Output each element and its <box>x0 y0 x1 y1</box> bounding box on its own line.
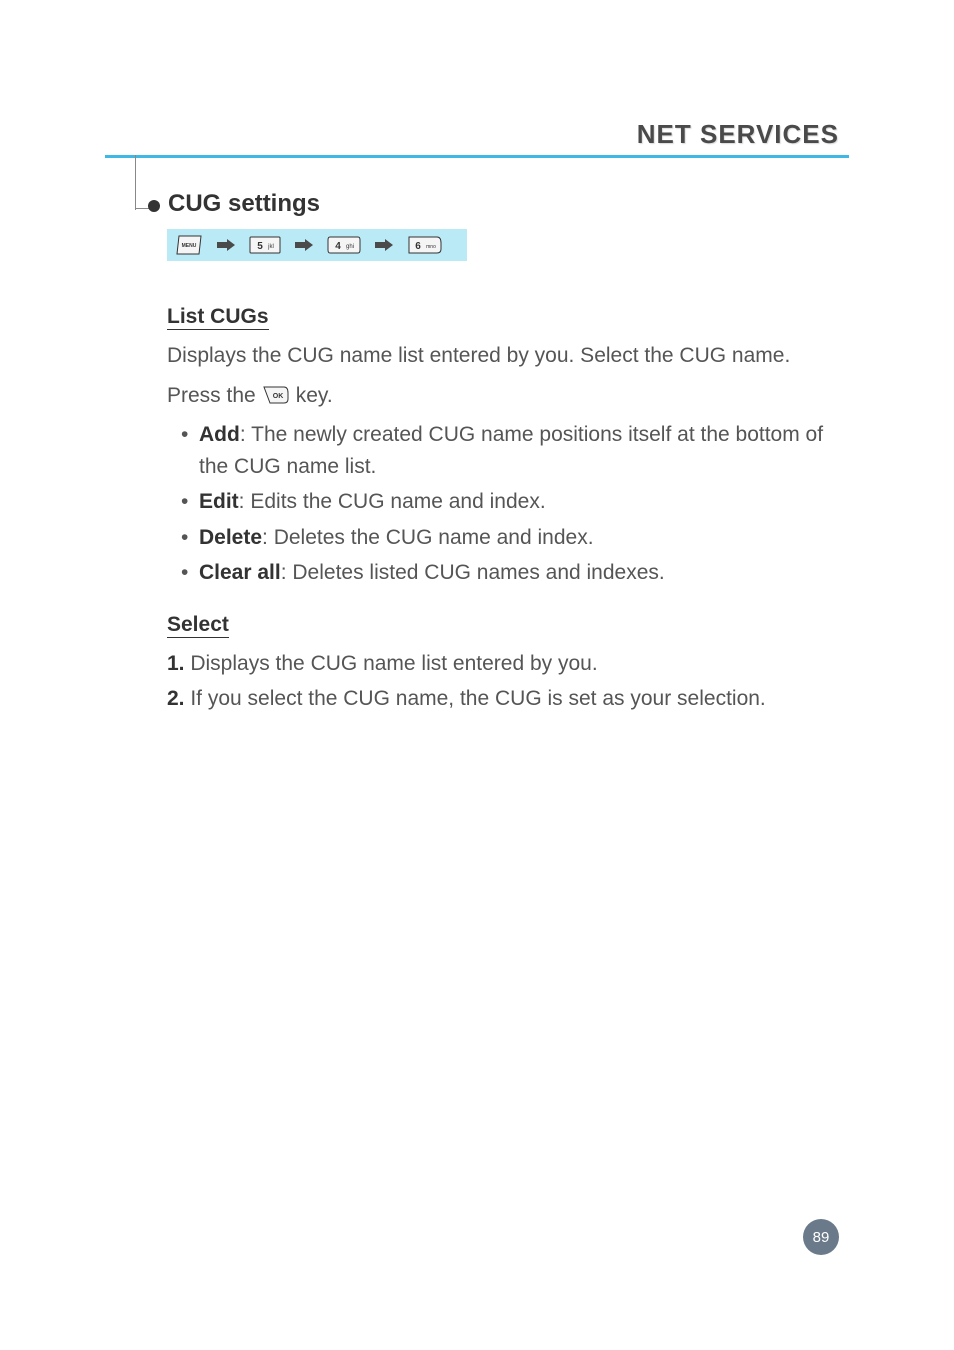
page-number-badge: 89 <box>803 1219 839 1255</box>
list-cugs-intro-1: Displays the CUG name list entered by yo… <box>167 340 844 372</box>
select-heading: Select <box>167 613 229 638</box>
svg-text:MENU: MENU <box>182 243 197 249</box>
key-sequence-bar: MENU 5 jkl 4 ghi 6 mno <box>167 229 467 261</box>
arrow-right-icon <box>217 239 235 251</box>
item-text: : Deletes the CUG name and index. <box>262 526 594 549</box>
svg-text:OK: OK <box>272 393 283 400</box>
item-num: 1. <box>167 652 185 675</box>
nav-vertical-line <box>135 155 136 210</box>
select-list: 1. Displays the CUG name list entered by… <box>167 648 844 715</box>
header-divider-line <box>105 155 849 158</box>
key-5-icon: 5 jkl <box>249 236 281 254</box>
section-bullet-icon <box>148 200 160 212</box>
list-item: Edit: Edits the CUG name and index. <box>185 486 844 518</box>
list-cugs-intro-2: Press the OK key. <box>167 380 844 412</box>
press-text-post: key. <box>296 380 333 412</box>
svg-text:ghi: ghi <box>346 244 354 250</box>
press-text-pre: Press the <box>167 380 256 412</box>
list-item: Add: The newly created CUG name position… <box>185 419 844 482</box>
key-6-icon: 6 mno <box>407 235 443 255</box>
list-item: Delete: Deletes the CUG name and index. <box>185 522 844 554</box>
select-section: Select 1. Displays the CUG name list ent… <box>167 613 844 715</box>
list-cugs-heading: List CUGs <box>167 305 269 330</box>
page-header-title: NET SERVICES <box>637 119 839 150</box>
key-4-icon: 4 ghi <box>327 235 361 255</box>
item-label: Edit <box>199 490 239 513</box>
item-text: Displays the CUG name list entered by yo… <box>185 652 598 675</box>
list-item: 2. If you select the CUG name, the CUG i… <box>167 683 844 715</box>
item-text: : Deletes listed CUG names and indexes. <box>281 561 665 584</box>
arrow-right-icon <box>375 239 393 251</box>
list-item: Clear all: Deletes listed CUG names and … <box>185 557 844 589</box>
item-label: Delete <box>199 526 262 549</box>
content-area: List CUGs Displays the CUG name list ent… <box>167 305 844 719</box>
section-title: CUG settings <box>168 190 320 218</box>
svg-text:4: 4 <box>335 241 341 252</box>
item-text: : The newly created CUG name positions i… <box>199 423 823 478</box>
item-text: If you select the CUG name, the CUG is s… <box>185 687 766 710</box>
item-label: Clear all <box>199 561 281 584</box>
svg-text:5: 5 <box>257 241 263 252</box>
ok-key-icon: OK <box>262 385 290 405</box>
list-cugs-bullets: Add: The newly created CUG name position… <box>167 419 844 589</box>
svg-text:6: 6 <box>415 241 421 252</box>
item-text: : Edits the CUG name and index. <box>239 490 546 513</box>
arrow-right-icon <box>295 239 313 251</box>
list-item: 1. Displays the CUG name list entered by… <box>167 648 844 680</box>
item-label: Add <box>199 423 240 446</box>
item-num: 2. <box>167 687 185 710</box>
menu-key-icon: MENU <box>175 234 203 256</box>
svg-text:mno: mno <box>426 244 436 250</box>
svg-text:jkl: jkl <box>267 244 274 250</box>
